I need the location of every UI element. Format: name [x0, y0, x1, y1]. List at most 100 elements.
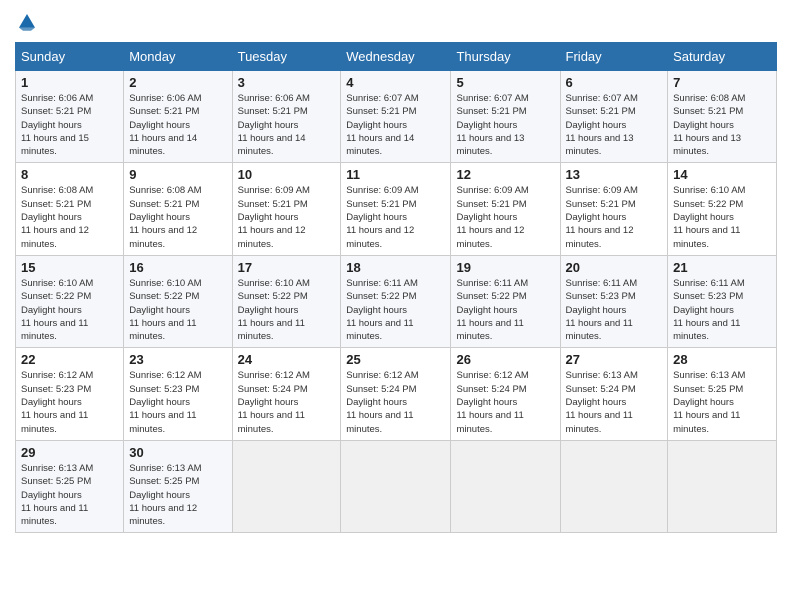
day-number: 17 [238, 260, 336, 275]
day-number: 5 [456, 75, 554, 90]
day-info: Sunrise: 6:09 AMSunset: 5:21 PMDaylight … [238, 184, 336, 250]
day-info: Sunrise: 6:11 AMSunset: 5:22 PMDaylight … [456, 277, 554, 343]
day-number: 29 [21, 445, 118, 460]
day-info: Sunrise: 6:11 AMSunset: 5:22 PMDaylight … [346, 277, 445, 343]
header-tuesday: Tuesday [232, 43, 341, 71]
day-number: 28 [673, 352, 771, 367]
calendar-cell: 13 Sunrise: 6:09 AMSunset: 5:21 PMDayligh… [560, 163, 668, 255]
day-info: Sunrise: 6:08 AMSunset: 5:21 PMDaylight … [129, 184, 226, 250]
header-wednesday: Wednesday [341, 43, 451, 71]
day-info: Sunrise: 6:10 AMSunset: 5:22 PMDaylight … [129, 277, 226, 343]
calendar-cell: 3 Sunrise: 6:06 AMSunset: 5:21 PMDaylight… [232, 71, 341, 163]
calendar-cell: 21 Sunrise: 6:11 AMSunset: 5:23 PMDayligh… [668, 255, 777, 347]
header-monday: Monday [124, 43, 232, 71]
day-info: Sunrise: 6:11 AMSunset: 5:23 PMDaylight … [673, 277, 771, 343]
day-info: Sunrise: 6:09 AMSunset: 5:21 PMDaylight … [456, 184, 554, 250]
day-info: Sunrise: 6:12 AMSunset: 5:23 PMDaylight … [21, 369, 118, 435]
logo-icon [15, 10, 39, 34]
day-number: 11 [346, 167, 445, 182]
day-number: 7 [673, 75, 771, 90]
calendar-cell: 4 Sunrise: 6:07 AMSunset: 5:21 PMDaylight… [341, 71, 451, 163]
calendar-cell: 18Sunrise: 6:11 AMSunset: 5:22 PMDayligh… [341, 255, 451, 347]
week-row-2: 8 Sunrise: 6:08 AMSunset: 5:21 PMDaylight… [16, 163, 777, 255]
calendar-cell [668, 440, 777, 532]
header-row: SundayMondayTuesdayWednesdayThursdayFrid… [16, 43, 777, 71]
day-number: 23 [129, 352, 226, 367]
day-number: 9 [129, 167, 226, 182]
calendar-cell: 9 Sunrise: 6:08 AMSunset: 5:21 PMDaylight… [124, 163, 232, 255]
day-info: Sunrise: 6:07 AMSunset: 5:21 PMDaylight … [346, 92, 445, 158]
day-info: Sunrise: 6:07 AMSunset: 5:21 PMDaylight … [566, 92, 663, 158]
day-number: 8 [21, 167, 118, 182]
day-number: 3 [238, 75, 336, 90]
calendar-cell: 15 Sunrise: 6:10 AMSunset: 5:22 PMDayligh… [16, 255, 124, 347]
day-info: Sunrise: 6:07 AMSunset: 5:21 PMDaylight … [456, 92, 554, 158]
calendar-cell: 24Sunrise: 6:12 AMSunset: 5:24 PMDayligh… [232, 348, 341, 440]
day-info: Sunrise: 6:12 AMSunset: 5:24 PMDaylight … [456, 369, 554, 435]
calendar-cell [560, 440, 668, 532]
calendar-cell: 10 Sunrise: 6:09 AMSunset: 5:21 PMDayligh… [232, 163, 341, 255]
calendar-cell [341, 440, 451, 532]
calendar-body: 1Sunrise: 6:06 AMSunset: 5:21 PMDaylight… [16, 71, 777, 533]
day-info: Sunrise: 6:13 AMSunset: 5:25 PMDaylight … [129, 462, 226, 528]
header-sunday: Sunday [16, 43, 124, 71]
calendar-cell: 12 Sunrise: 6:09 AMSunset: 5:21 PMDayligh… [451, 163, 560, 255]
day-info: Sunrise: 6:10 AMSunset: 5:22 PMDaylight … [238, 277, 336, 343]
day-info: Sunrise: 6:06 AMSunset: 5:21 PMDaylight … [21, 92, 118, 158]
day-info: Sunrise: 6:09 AMSunset: 5:21 PMDaylight … [566, 184, 663, 250]
day-number: 10 [238, 167, 336, 182]
day-number: 6 [566, 75, 663, 90]
calendar-cell: 28 Sunrise: 6:13 AMSunset: 5:25 PMDayligh… [668, 348, 777, 440]
day-info: Sunrise: 6:12 AMSunset: 5:24 PMDaylight … [346, 369, 445, 435]
day-number: 21 [673, 260, 771, 275]
week-row-5: 29 Sunrise: 6:13 AMSunset: 5:25 PMDayligh… [16, 440, 777, 532]
calendar-cell [232, 440, 341, 532]
header-saturday: Saturday [668, 43, 777, 71]
calendar-cell: 25 Sunrise: 6:12 AMSunset: 5:24 PMDayligh… [341, 348, 451, 440]
calendar-cell: 20 Sunrise: 6:11 AMSunset: 5:23 PMDayligh… [560, 255, 668, 347]
day-number: 26 [456, 352, 554, 367]
week-row-4: 22 Sunrise: 6:12 AMSunset: 5:23 PMDayligh… [16, 348, 777, 440]
calendar-cell: 1Sunrise: 6:06 AMSunset: 5:21 PMDaylight… [16, 71, 124, 163]
day-number: 16 [129, 260, 226, 275]
calendar: SundayMondayTuesdayWednesdayThursdayFrid… [15, 42, 777, 533]
day-number: 25 [346, 352, 445, 367]
calendar-cell [451, 440, 560, 532]
day-info: Sunrise: 6:06 AMSunset: 5:21 PMDaylight … [238, 92, 336, 158]
calendar-cell: 6 Sunrise: 6:07 AMSunset: 5:21 PMDaylight… [560, 71, 668, 163]
calendar-cell: 17 Sunrise: 6:10 AMSunset: 5:22 PMDayligh… [232, 255, 341, 347]
calendar-cell: 8 Sunrise: 6:08 AMSunset: 5:21 PMDaylight… [16, 163, 124, 255]
calendar-cell: 11Sunrise: 6:09 AMSunset: 5:21 PMDayligh… [341, 163, 451, 255]
week-row-3: 15 Sunrise: 6:10 AMSunset: 5:22 PMDayligh… [16, 255, 777, 347]
day-number: 30 [129, 445, 226, 460]
logo [15, 10, 43, 34]
calendar-cell: 7 Sunrise: 6:08 AMSunset: 5:21 PMDaylight… [668, 71, 777, 163]
calendar-cell: 26 Sunrise: 6:12 AMSunset: 5:24 PMDayligh… [451, 348, 560, 440]
header-friday: Friday [560, 43, 668, 71]
day-info: Sunrise: 6:13 AMSunset: 5:25 PMDaylight … [21, 462, 118, 528]
calendar-cell: 2Sunrise: 6:06 AMSunset: 5:21 PMDaylight… [124, 71, 232, 163]
day-number: 15 [21, 260, 118, 275]
header-thursday: Thursday [451, 43, 560, 71]
calendar-cell: 5 Sunrise: 6:07 AMSunset: 5:21 PMDaylight… [451, 71, 560, 163]
calendar-cell: 22 Sunrise: 6:12 AMSunset: 5:23 PMDayligh… [16, 348, 124, 440]
day-number: 4 [346, 75, 445, 90]
day-info: Sunrise: 6:08 AMSunset: 5:21 PMDaylight … [673, 92, 771, 158]
day-info: Sunrise: 6:08 AMSunset: 5:21 PMDaylight … [21, 184, 118, 250]
day-info: Sunrise: 6:10 AMSunset: 5:22 PMDaylight … [673, 184, 771, 250]
day-number: 2 [129, 75, 226, 90]
calendar-cell: 23Sunrise: 6:12 AMSunset: 5:23 PMDayligh… [124, 348, 232, 440]
day-number: 20 [566, 260, 663, 275]
day-number: 13 [566, 167, 663, 182]
day-number: 19 [456, 260, 554, 275]
day-info: Sunrise: 6:13 AMSunset: 5:25 PMDaylight … [673, 369, 771, 435]
day-number: 14 [673, 167, 771, 182]
day-number: 22 [21, 352, 118, 367]
calendar-cell: 27Sunrise: 6:13 AMSunset: 5:24 PMDayligh… [560, 348, 668, 440]
day-number: 12 [456, 167, 554, 182]
day-info: Sunrise: 6:11 AMSunset: 5:23 PMDaylight … [566, 277, 663, 343]
day-info: Sunrise: 6:10 AMSunset: 5:22 PMDaylight … [21, 277, 118, 343]
week-row-1: 1Sunrise: 6:06 AMSunset: 5:21 PMDaylight… [16, 71, 777, 163]
day-info: Sunrise: 6:13 AMSunset: 5:24 PMDaylight … [566, 369, 663, 435]
calendar-cell: 16 Sunrise: 6:10 AMSunset: 5:22 PMDayligh… [124, 255, 232, 347]
